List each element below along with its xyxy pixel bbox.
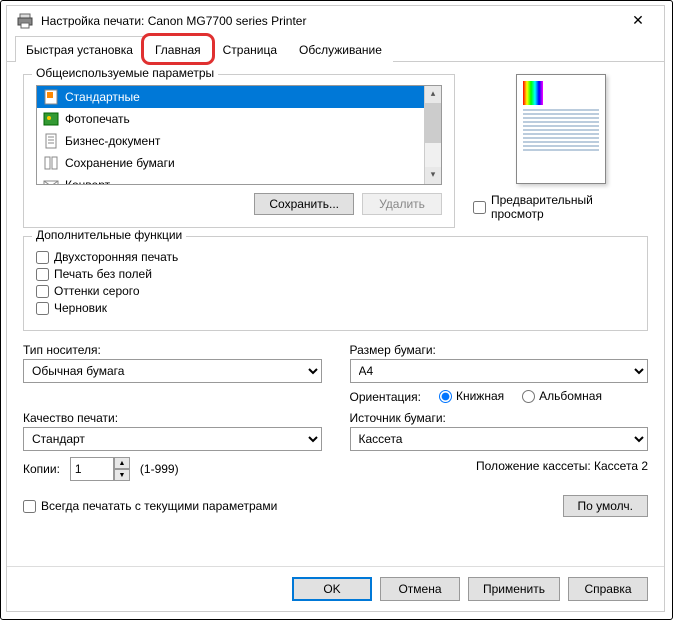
- checkbox-label: Оттенки серого: [54, 284, 140, 298]
- checkbox-label: Черновик: [54, 301, 107, 315]
- radio-label: Альбомная: [539, 389, 602, 403]
- orientation-landscape-radio[interactable]: [522, 390, 535, 403]
- grayscale-checkbox[interactable]: [36, 285, 49, 298]
- preview-checkbox-label: Предварительный просмотр: [491, 193, 648, 221]
- draft-checkbox[interactable]: [36, 302, 49, 315]
- quality-label: Качество печати:: [23, 411, 322, 425]
- checkbox-label: Двухсторонняя печать: [54, 250, 178, 264]
- list-item[interactable]: Фотопечать: [37, 108, 441, 130]
- paper-size-select[interactable]: A4: [350, 359, 649, 383]
- list-item[interactable]: Бизнес-документ: [37, 130, 441, 152]
- presets-label: Общеиспользуемые параметры: [32, 66, 218, 80]
- business-doc-icon: [43, 133, 59, 149]
- delete-preset-button: Удалить: [362, 193, 442, 215]
- copies-input[interactable]: [70, 457, 114, 481]
- tab-maintenance[interactable]: Обслуживание: [288, 36, 393, 62]
- doc-icon: [43, 89, 59, 105]
- list-item[interactable]: Стандартные: [37, 86, 441, 108]
- screenshot-frame: Настройка печати: Canon MG7700 series Pr…: [0, 0, 673, 620]
- radio-label: Книжная: [456, 389, 504, 403]
- photo-icon: [43, 111, 59, 127]
- list-item-label: Стандартные: [65, 90, 140, 104]
- list-item-label: Фотопечать: [65, 112, 130, 126]
- list-item-label: Бизнес-документ: [65, 134, 160, 148]
- cancel-button[interactable]: Отмена: [380, 577, 460, 601]
- scrollbar[interactable]: ▴ ▾: [424, 86, 441, 184]
- tab-main[interactable]: Главная: [144, 36, 212, 62]
- close-button[interactable]: ✕: [622, 12, 654, 29]
- orientation-label: Ориентация:: [350, 390, 421, 404]
- window-title: Настройка печати: Canon MG7700 series Pr…: [41, 14, 614, 28]
- tab-page[interactable]: Страница: [212, 36, 288, 62]
- duplex-checkbox[interactable]: [36, 251, 49, 264]
- additional-functions-label: Дополнительные функции: [32, 228, 186, 242]
- always-print-label: Всегда печатать с текущими параметрами: [41, 499, 277, 513]
- apply-button[interactable]: Применить: [468, 577, 560, 601]
- defaults-button[interactable]: По умолч.: [563, 495, 648, 517]
- borderless-checkbox[interactable]: [36, 268, 49, 281]
- page-preview: [516, 74, 606, 184]
- color-swatch-icon: [523, 81, 543, 105]
- save-paper-icon: [43, 155, 59, 171]
- ok-button[interactable]: OK: [292, 577, 372, 601]
- preview-checkbox[interactable]: [473, 201, 486, 214]
- checkbox-label: Печать без полей: [54, 267, 152, 281]
- preset-list[interactable]: Стандартные Фотопечать Бизнес-документ: [36, 85, 442, 185]
- printer-icon: [17, 13, 33, 29]
- media-type-select[interactable]: Обычная бумага: [23, 359, 322, 383]
- copies-range: (1-999): [140, 462, 179, 476]
- scroll-down-button[interactable]: ▾: [425, 167, 441, 184]
- tabs-bar: Быстрая установка Главная Страница Обслу…: [7, 35, 664, 62]
- list-item[interactable]: Сохранение бумаги: [37, 152, 441, 174]
- copies-down-button[interactable]: ▼: [114, 469, 130, 481]
- envelope-icon: [43, 177, 59, 185]
- titlebar: Настройка печати: Canon MG7700 series Pr…: [7, 6, 664, 35]
- quality-select[interactable]: Стандарт: [23, 427, 322, 451]
- media-type-label: Тип носителя:: [23, 343, 322, 357]
- orientation-portrait-radio[interactable]: [439, 390, 452, 403]
- list-item-label: Конверт: [65, 178, 110, 185]
- always-print-checkbox[interactable]: [23, 500, 36, 513]
- presets-fieldset: Общеиспользуемые параметры Стандартные Ф…: [23, 74, 455, 228]
- help-button[interactable]: Справка: [568, 577, 648, 601]
- copies-up-button[interactable]: ▲: [114, 457, 130, 469]
- copies-label: Копии:: [23, 462, 60, 476]
- scroll-up-button[interactable]: ▴: [425, 86, 441, 103]
- list-item[interactable]: Конверт: [37, 174, 441, 185]
- tab-content: Общеиспользуемые параметры Стандартные Ф…: [7, 62, 664, 566]
- tab-quick-setup[interactable]: Быстрая установка: [15, 36, 144, 62]
- scroll-thumb[interactable]: [425, 103, 441, 143]
- dialog-button-bar: OK Отмена Применить Справка: [7, 566, 664, 611]
- paper-source-select[interactable]: Кассета: [350, 427, 649, 451]
- list-item-label: Сохранение бумаги: [65, 156, 175, 170]
- cassette-position-text: Положение кассеты: Кассета 2: [350, 459, 649, 481]
- paper-size-label: Размер бумаги:: [350, 343, 649, 357]
- paper-source-label: Источник бумаги:: [350, 411, 649, 425]
- additional-functions-fieldset: Дополнительные функции Двухсторонняя печ…: [23, 236, 648, 331]
- print-setup-dialog: Настройка печати: Canon MG7700 series Pr…: [6, 5, 665, 612]
- save-preset-button[interactable]: Сохранить...: [254, 193, 354, 215]
